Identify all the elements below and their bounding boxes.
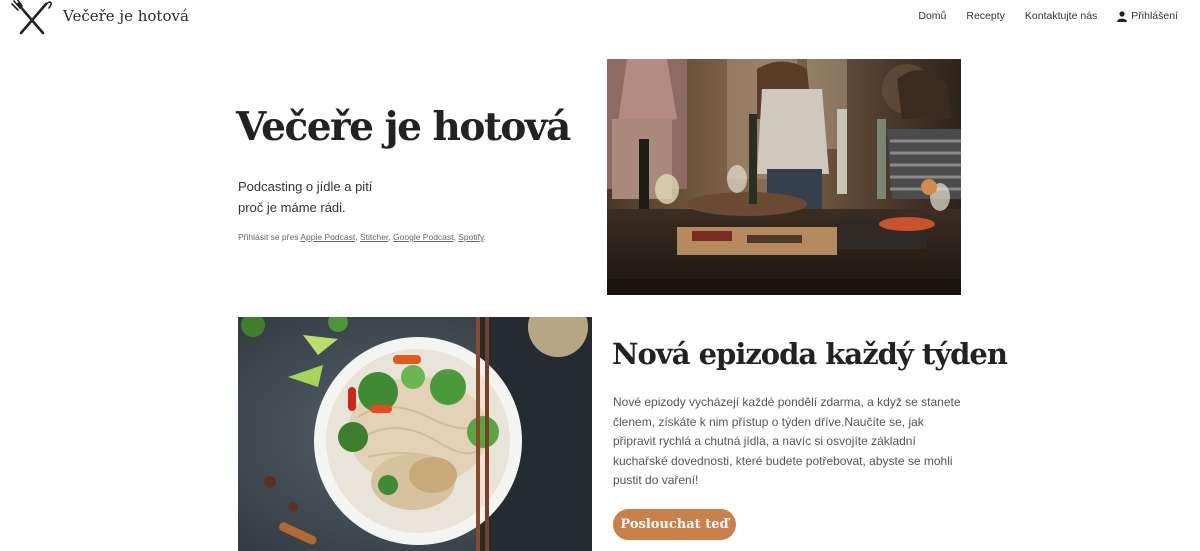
subscribe-suffix: . <box>483 232 486 242</box>
fork-knife-icon[interactable] <box>10 0 54 38</box>
episode-description: Nové epizody vycházejí každé pondělí zda… <box>613 395 961 487</box>
food-photo <box>238 317 592 551</box>
nav-contact[interactable]: Kontaktujte nás <box>1025 10 1097 22</box>
link-spotify[interactable]: Spotify <box>458 232 483 242</box>
link-stitcher[interactable]: Stitcher <box>360 232 388 242</box>
hero-subtitle-line1: Podcasting o jídle a pití <box>238 179 373 194</box>
nav-recipes[interactable]: Recepty <box>966 10 1005 22</box>
episode-title: Nová epizoda každý týden <box>612 337 1008 371</box>
site-header: Večeře je hotová Domů Recepty Kontaktujt… <box>0 0 1200 36</box>
link-google-podcast[interactable]: Google Podcast <box>393 232 453 242</box>
subscribe-links: Přihlásit se přes Apple Podcast, Stitche… <box>238 232 486 242</box>
hero-subtitle: Podcasting o jídle a pití proč je máme r… <box>238 176 372 218</box>
main-nav: Domů Recepty Kontaktujte nás Přihlášení <box>918 10 1178 22</box>
brand-name[interactable]: Večeře je hotová <box>63 7 189 25</box>
nav-login[interactable]: Přihlášení <box>1117 10 1178 22</box>
subscribe-prefix: Přihlásit se přes <box>238 232 301 242</box>
hero-photo <box>607 59 961 295</box>
listen-now-button[interactable]: Poslouchat teď <box>613 509 736 540</box>
nav-home[interactable]: Domů <box>918 10 946 22</box>
hero-title: Večeře je hotová <box>236 104 571 150</box>
nav-login-label: Přihlášení <box>1131 10 1178 22</box>
link-apple-podcast[interactable]: Apple Podcast <box>300 232 355 242</box>
hero-subtitle-line2: proč je máme rádi. <box>238 200 346 215</box>
user-icon <box>1117 10 1128 22</box>
